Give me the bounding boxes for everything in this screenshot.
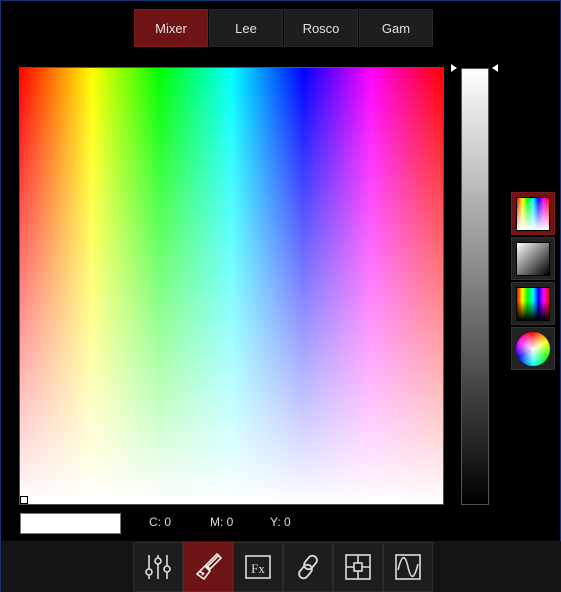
fx-icon: Fx [245,555,271,579]
mixer-sliders-button[interactable] [133,542,183,592]
tab-mixer[interactable]: Mixer [134,9,208,47]
tab-lee[interactable]: Lee [209,9,283,47]
color-cursor-marker[interactable] [20,496,28,504]
cyan-value: C: 0 [149,515,172,529]
mode-grayscale-button[interactable] [511,237,555,280]
color-brush-button[interactable] [183,542,233,592]
waveform-button[interactable] [383,542,433,592]
color-preview-swatch [20,513,121,534]
hue-shade-icon [516,286,550,321]
grayscale-icon [516,241,550,276]
source-tabs: Mixer Lee Rosco Gam [134,9,434,47]
brightness-pointer-right[interactable] [492,64,498,72]
waveform-icon [395,554,421,580]
mode-color-wheel-button[interactable] [511,327,555,370]
brightness-slider[interactable] [461,68,489,505]
fx-label: Fx [251,561,265,576]
yellow-value: Y: 0 [270,515,291,529]
saturation-gradient [20,68,443,504]
mode-hue-shade-button[interactable] [511,282,555,325]
link-icon [298,554,318,580]
bottom-toolbar: Fx [1,541,561,592]
spectrum-icon [516,196,550,231]
color-spectrum-field[interactable] [19,67,444,505]
position-icon [345,554,371,580]
effects-button[interactable]: Fx [233,542,283,592]
sliders-icon [145,555,171,579]
brush-icon [195,552,223,581]
color-wheel-icon [516,331,550,366]
color-picker-window: Mixer Lee Rosco Gam C: 0 M: 0 Y: 0 Fx [0,0,561,592]
magenta-value: M: 0 [210,515,234,529]
link-button[interactable] [283,542,333,592]
brightness-pointer-left[interactable] [451,64,457,72]
mode-spectrum-button[interactable] [511,192,555,235]
tab-rosco[interactable]: Rosco [284,9,358,47]
tab-gam[interactable]: Gam [359,9,433,47]
position-button[interactable] [333,542,383,592]
